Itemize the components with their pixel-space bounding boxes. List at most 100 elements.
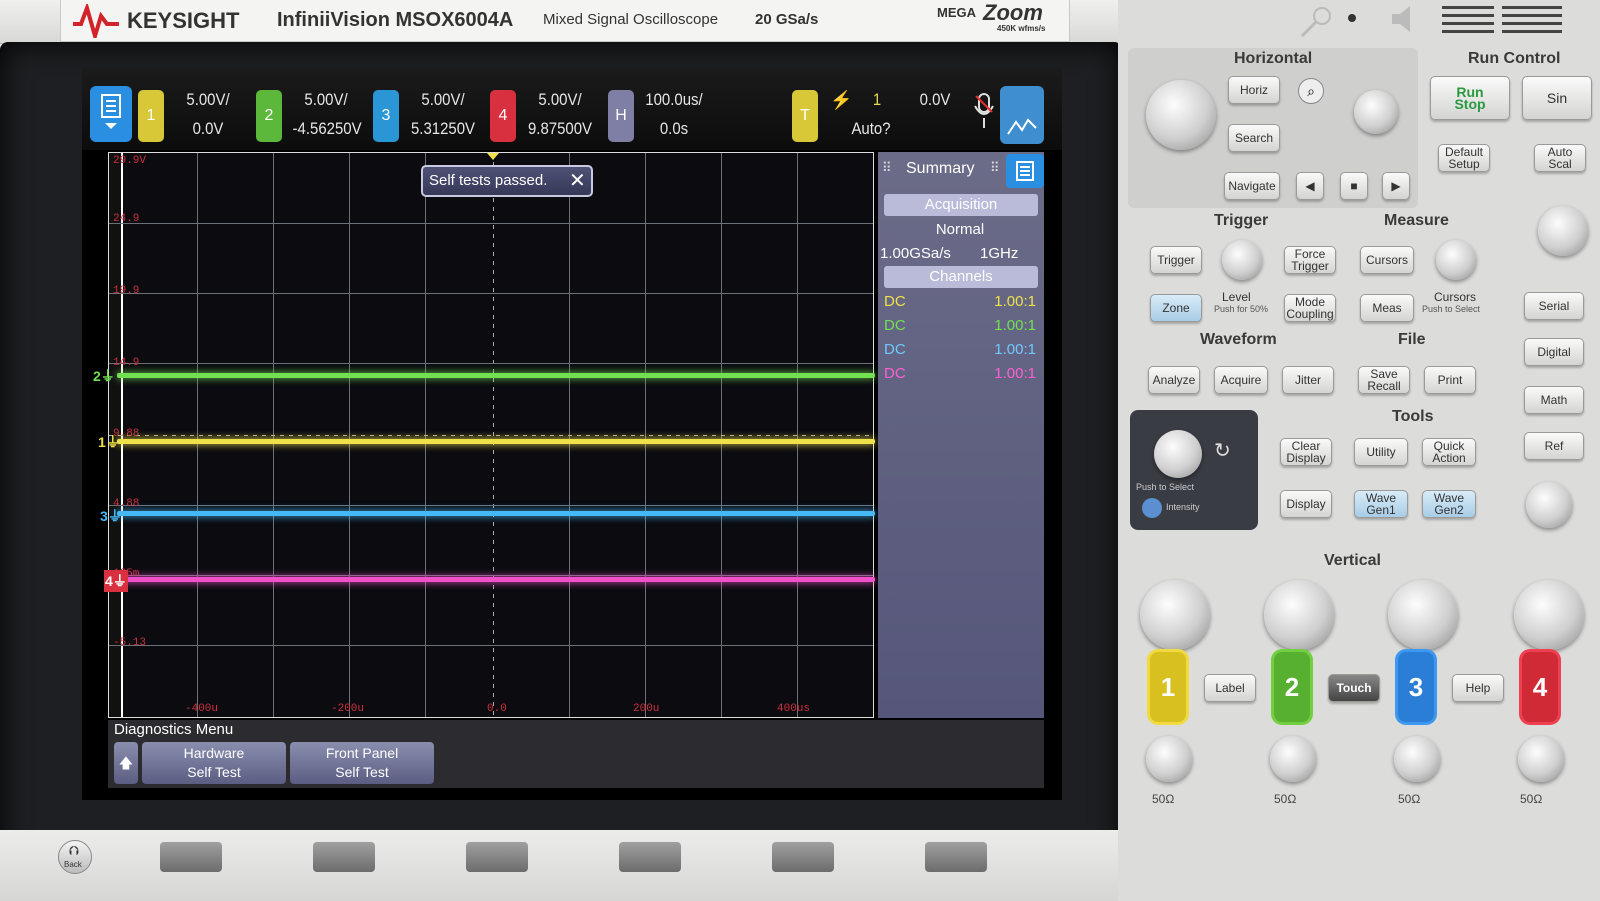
wavegen1-button[interactable]: Wave Gen1 bbox=[1354, 490, 1408, 518]
cursors-knob[interactable] bbox=[1436, 240, 1476, 280]
vent-grille bbox=[1502, 6, 1562, 36]
channel4-chip[interactable]: 4 bbox=[490, 90, 516, 142]
acquisition-mode: Normal bbox=[935, 221, 985, 238]
softkey-6[interactable] bbox=[925, 842, 987, 872]
channel2-scale: 5.00V/ bbox=[304, 90, 348, 109]
ref-knob[interactable] bbox=[1526, 482, 1572, 528]
wavegen2-button[interactable]: Wave Gen2 bbox=[1422, 490, 1476, 518]
horiz-button[interactable]: Horiz bbox=[1228, 76, 1280, 104]
ch1-scale-knob[interactable] bbox=[1140, 580, 1210, 650]
ch4-offset-knob[interactable] bbox=[1518, 736, 1564, 782]
toast-close-icon[interactable]: ✕ bbox=[569, 168, 586, 193]
digital-button[interactable]: Digital bbox=[1524, 338, 1584, 366]
trigger-button[interactable]: Trigger bbox=[1150, 246, 1202, 274]
voice-mic-icon[interactable] bbox=[972, 92, 996, 132]
megazoom-rate: 450K wfms/s bbox=[997, 24, 1046, 33]
display-button[interactable]: Display bbox=[1280, 490, 1332, 518]
ch3-offset-knob[interactable] bbox=[1394, 736, 1440, 782]
front-panel-self-test-button[interactable]: Front Panel Self Test bbox=[290, 742, 434, 784]
channel1-button[interactable]: 1 bbox=[1150, 652, 1186, 722]
channel1-ground-marker-icon[interactable]: 1⏚ bbox=[98, 432, 120, 452]
help-button[interactable]: Help bbox=[1452, 674, 1504, 702]
summary-menu-button[interactable] bbox=[1006, 154, 1044, 188]
level-label: Level bbox=[1222, 290, 1251, 304]
channel4-ground-marker-icon[interactable]: 4⏚ bbox=[104, 570, 128, 592]
softkey-1[interactable] bbox=[160, 842, 222, 872]
cursors-button[interactable]: Cursors bbox=[1360, 246, 1414, 274]
channel1-chip[interactable]: 1 bbox=[138, 90, 164, 142]
softkey-4[interactable] bbox=[619, 842, 681, 872]
navigate-button[interactable]: Navigate bbox=[1224, 172, 1280, 200]
horizontal-scale-knob[interactable] bbox=[1146, 80, 1216, 150]
x-label: 200u bbox=[633, 703, 660, 715]
math-button[interactable]: Math bbox=[1524, 386, 1584, 414]
trigger-chip[interactable]: T bbox=[792, 90, 818, 142]
analyze-button[interactable]: Analyze bbox=[1148, 366, 1200, 394]
navigate-stop-icon[interactable]: ■ bbox=[1340, 172, 1368, 200]
entry-knob[interactable] bbox=[1154, 430, 1202, 478]
hardware-self-test-button[interactable]: Hardware Self Test bbox=[142, 742, 286, 784]
print-button[interactable]: Print bbox=[1424, 366, 1476, 394]
softkey-5[interactable] bbox=[772, 842, 834, 872]
channel3-offset: 5.31250V bbox=[410, 119, 476, 138]
jitter-button[interactable]: Jitter bbox=[1282, 366, 1334, 394]
channel3-ground-marker-icon[interactable]: 3⏚ bbox=[100, 506, 122, 526]
channel3-chip[interactable]: 3 bbox=[373, 90, 399, 142]
channel2-chip[interactable]: 2 bbox=[256, 90, 282, 142]
math-knob[interactable] bbox=[1538, 206, 1588, 256]
y-label: 24.9 bbox=[113, 213, 140, 225]
waveform-grid[interactable]: 29.9V 24.9 19.9 14.9 9.88 4.88 125m -5.1… bbox=[108, 152, 875, 718]
save-recall-button[interactable]: Save Recall bbox=[1358, 366, 1410, 394]
zoom-magnifier-icon[interactable]: ⌕ bbox=[1298, 78, 1324, 104]
channel2-button[interactable]: 2 bbox=[1274, 652, 1310, 722]
softkey-2[interactable] bbox=[313, 842, 375, 872]
mode-coupling-button[interactable]: Mode Coupling bbox=[1284, 294, 1336, 322]
main-menu-button[interactable] bbox=[90, 86, 132, 142]
drag-handle-icon[interactable]: ⠿ bbox=[882, 160, 892, 176]
default-setup-button[interactable]: Default Setup bbox=[1438, 144, 1490, 172]
waveform-section-label: Waveform bbox=[1200, 331, 1277, 348]
menu-up-arrow-icon[interactable]: 🡅 bbox=[114, 742, 138, 784]
channel3-button[interactable]: 3 bbox=[1398, 652, 1434, 722]
ch2-offset-knob[interactable] bbox=[1270, 736, 1316, 782]
intensity-button[interactable] bbox=[1142, 498, 1162, 518]
quick-action-button[interactable]: Quick Action bbox=[1422, 438, 1476, 466]
navigate-back-icon[interactable]: ◀ bbox=[1296, 172, 1324, 200]
cursors-knob-label: Cursors bbox=[1434, 290, 1477, 304]
acquire-button[interactable]: Acquire bbox=[1214, 366, 1268, 394]
channel2-ground-marker-icon[interactable]: 2⏚ bbox=[93, 366, 115, 386]
intensity-label: Intensity bbox=[1166, 502, 1200, 512]
utility-button[interactable]: Utility bbox=[1354, 438, 1408, 466]
horizontal-chip[interactable]: H bbox=[608, 90, 634, 142]
trigger-level-knob[interactable] bbox=[1222, 240, 1262, 280]
channel1-probe: 1.00:1 bbox=[994, 293, 1036, 310]
trigger-position-marker-icon bbox=[487, 153, 499, 160]
serial-button[interactable]: Serial bbox=[1524, 292, 1584, 320]
back-button[interactable]: ⮉ Back bbox=[58, 840, 92, 874]
softkey-3[interactable] bbox=[466, 842, 528, 872]
auto-scale-button[interactable]: Auto Scal bbox=[1534, 144, 1586, 172]
ref-button[interactable]: Ref bbox=[1524, 432, 1584, 460]
ch1-offset-knob[interactable] bbox=[1146, 736, 1192, 782]
navigate-forward-icon[interactable]: ▶ bbox=[1382, 172, 1410, 200]
ch1-impedance: 50Ω bbox=[1152, 792, 1175, 806]
ch4-scale-knob[interactable] bbox=[1514, 580, 1584, 650]
search-button[interactable]: Search bbox=[1228, 124, 1280, 152]
single-button[interactable]: Sin bbox=[1522, 76, 1592, 120]
channel1-scale: 5.00V/ bbox=[186, 90, 230, 109]
ch2-scale-knob[interactable] bbox=[1264, 580, 1334, 650]
clear-display-button[interactable]: Clear Display bbox=[1280, 438, 1332, 466]
drag-handle-icon[interactable]: ⠿ bbox=[990, 160, 1000, 176]
entry-knob-panel: ↻ Push to Select Intensity bbox=[1130, 410, 1258, 530]
meas-button[interactable]: Meas bbox=[1360, 294, 1414, 322]
run-stop-button[interactable]: Run Stop bbox=[1430, 76, 1510, 120]
touch-mode-button[interactable] bbox=[1000, 86, 1044, 144]
horizontal-position-knob[interactable] bbox=[1354, 90, 1398, 134]
megazoom-zoom: Zoom bbox=[983, 0, 1043, 25]
force-trigger-button[interactable]: Force Trigger bbox=[1284, 246, 1336, 274]
touch-button[interactable]: Touch bbox=[1328, 674, 1380, 702]
label-button[interactable]: Label bbox=[1204, 674, 1256, 702]
ch3-scale-knob[interactable] bbox=[1388, 580, 1458, 650]
zone-button[interactable]: Zone bbox=[1150, 294, 1202, 322]
channel4-button[interactable]: 4 bbox=[1522, 652, 1558, 722]
